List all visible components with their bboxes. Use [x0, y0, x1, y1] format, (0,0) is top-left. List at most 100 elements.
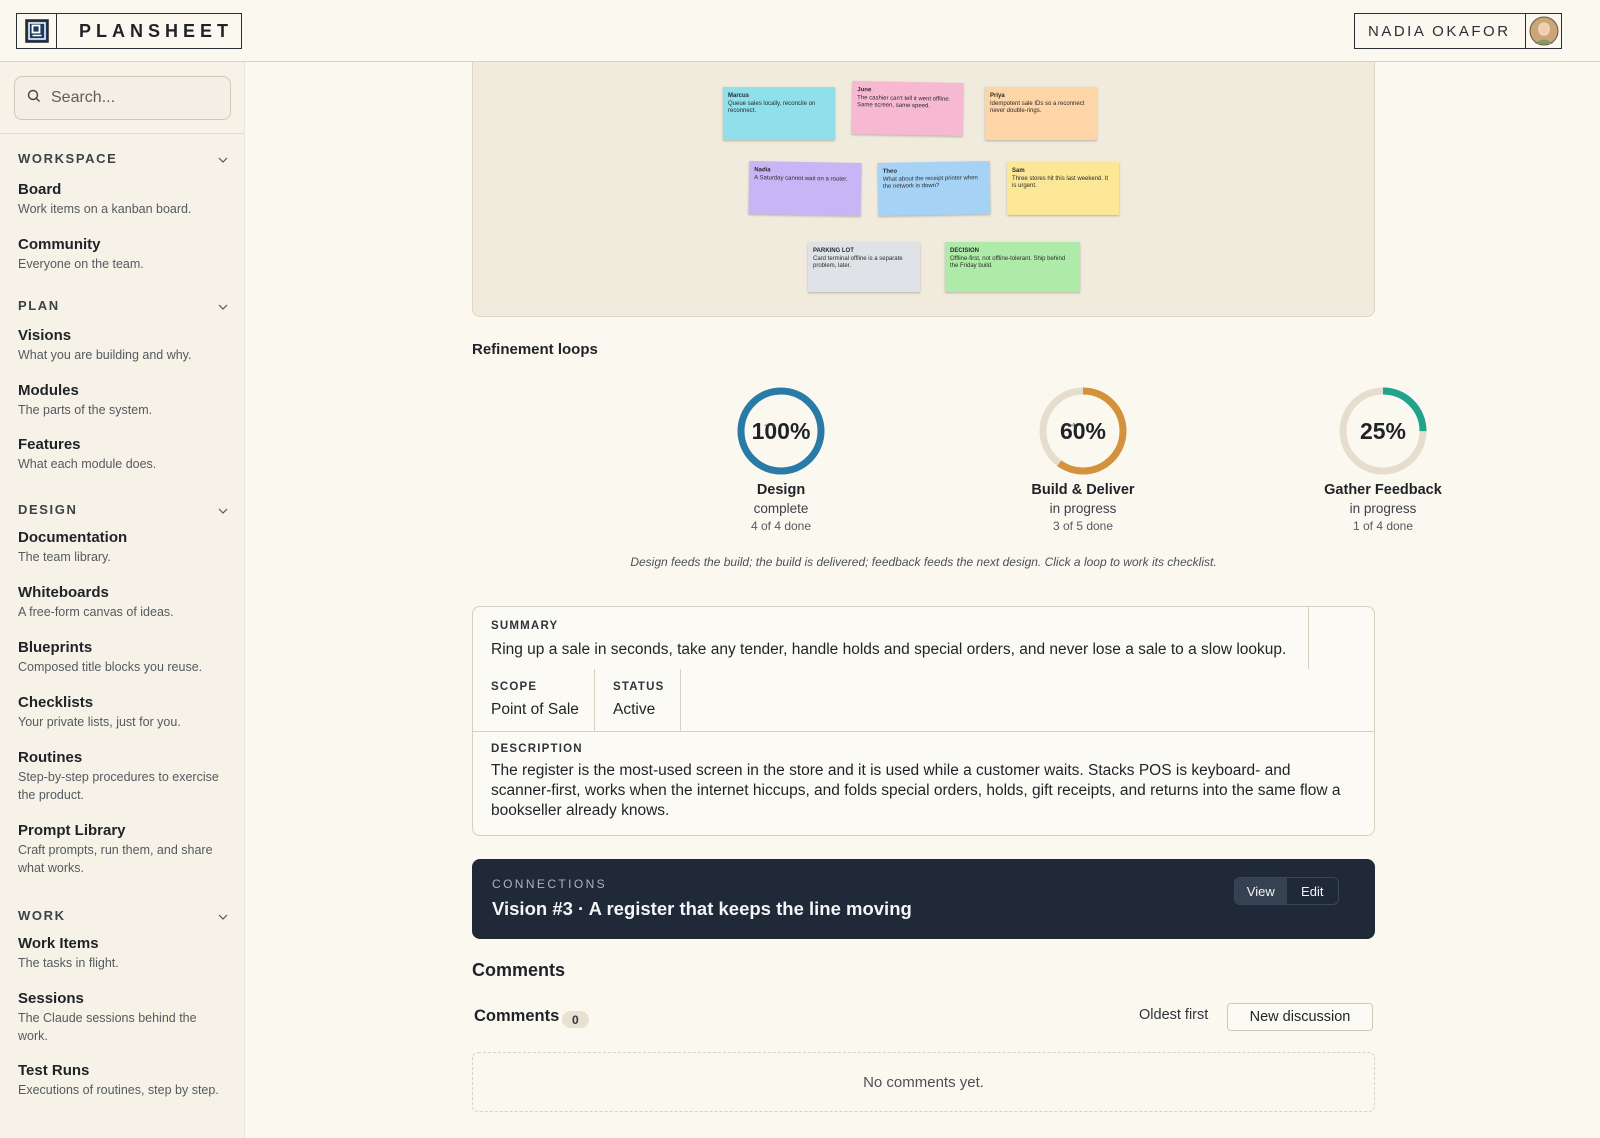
app-name: PLANSHEET — [79, 20, 234, 41]
nav-subtitle: Everyone on the team. — [18, 257, 144, 271]
loop-count: 3 of 5 done — [1052, 519, 1114, 533]
sticky-note[interactable]: Marcus Queue sales locally, reconcile on… — [723, 87, 835, 140]
sticky-note[interactable]: PARKING LOT Card terminal offline is a s… — [808, 242, 920, 292]
nav-title: Documentation — [18, 529, 128, 546]
sidebar-item-features[interactable]: Features What each module does. — [18, 436, 228, 473]
status-value: Active — [613, 701, 656, 718]
progress-percent: 60% — [1059, 417, 1107, 444]
sticky-note[interactable]: Theo What about the receipt printer when… — [877, 161, 991, 216]
sticky-note[interactable]: Nadia A Saturday cannot wait on a router… — [748, 161, 862, 216]
plansheet-logo-icon — [17, 14, 57, 48]
status-label: STATUS — [613, 681, 665, 693]
nav-title: Community — [18, 236, 101, 253]
loop-count: 1 of 4 done — [1352, 519, 1414, 533]
comments-subheading: Comments — [474, 1007, 560, 1025]
sidebar-item-board[interactable]: Board Work items on a kanban board. — [18, 181, 228, 218]
arrow-right-icon: → — [1062, 412, 1080, 432]
nav-title: Visions — [18, 327, 72, 344]
section-label: PLAN — [18, 297, 60, 313]
user-menu-button[interactable]: NADIA OKAFOR — [1354, 13, 1562, 49]
new-discussion-button[interactable]: New discussion — [1227, 1003, 1373, 1031]
search-icon — [27, 89, 41, 108]
loop-count: 4 of 4 done — [750, 519, 812, 533]
sticky-author: Marcus — [728, 93, 750, 99]
nav-subtitle: Craft prompts, run them, and share what … — [18, 843, 213, 875]
scope-label: SCOPE — [491, 681, 538, 693]
chevron-down-icon — [218, 908, 228, 923]
loops-caption: Design feeds the build; the build is del… — [630, 555, 1217, 569]
sidebar-item-work-items[interactable]: Work Items The tasks in flight. — [18, 935, 228, 972]
progress-ring: 100% — [733, 383, 829, 479]
chevron-down-icon — [218, 151, 228, 166]
scope-value: Point of Sale — [491, 701, 579, 718]
description-block: DESCRIPTION The register is the most-use… — [491, 743, 1351, 821]
loop-state: in progress — [1349, 501, 1417, 516]
top-bar: PLANSHEET NADIA OKAFOR — [0, 0, 1600, 62]
brand-home-link[interactable]: PLANSHEET — [16, 13, 242, 49]
sidebar-item-sessions[interactable]: Sessions The Claude sessions behind the … — [18, 990, 228, 1045]
sidebar-item-routines[interactable]: Routines Step-by-step procedures to exer… — [18, 749, 228, 804]
sidebar-item-whiteboards[interactable]: Whiteboards A free-form canvas of ideas. — [18, 584, 228, 621]
sticky-text: The cashier can't tell it went offline. … — [856, 94, 951, 110]
nav-subtitle: A free-form canvas of ideas. — [18, 605, 174, 619]
progress-percent: 25% — [1359, 417, 1407, 444]
loop-build-deliver[interactable]: 60% Build & Deliver in progress 3 of 5 d… — [993, 383, 1173, 533]
section-plan[interactable]: PLAN — [18, 297, 228, 313]
connection-title[interactable]: Vision #3 · A register that keeps the li… — [492, 898, 912, 920]
whiteboard-canvas[interactable]: Marcus Queue sales locally, reconcile on… — [472, 62, 1375, 317]
section-work[interactable]: WORK — [18, 907, 228, 923]
sidebar-item-visions[interactable]: Visions What you are building and why. — [18, 327, 228, 364]
avatar — [1525, 14, 1561, 48]
nav-title: Blueprints — [18, 639, 93, 656]
user-name: NADIA OKAFOR — [1368, 22, 1511, 40]
sidebar-item-prompt-library[interactable]: Prompt Library Craft prompts, run them, … — [18, 822, 228, 877]
connections-card: CONNECTIONS Vision #3 · A register that … — [472, 859, 1375, 939]
connections-label: CONNECTIONS — [492, 877, 608, 891]
sidebar-item-documentation[interactable]: Documentation The team library. — [18, 529, 228, 566]
nav-title: Checklists — [18, 694, 94, 711]
sticky-note[interactable]: Priya Idempotent sale IDs so a reconnect… — [985, 87, 1097, 140]
comments-heading: Comments — [472, 960, 566, 980]
sidebar-item-test-runs[interactable]: Test Runs Executions of routines, step b… — [18, 1062, 228, 1099]
search-box[interactable] — [14, 76, 231, 120]
sticky-note[interactable]: DECISION Offline-first, not offline-tole… — [945, 242, 1080, 292]
nav-title: Whiteboards — [18, 584, 109, 601]
sticky-author: Priya — [990, 93, 1005, 99]
loop-name: Design — [756, 482, 806, 498]
sidebar-item-community[interactable]: Community Everyone on the team. — [18, 236, 228, 273]
loop-name: Build & Deliver — [1031, 482, 1135, 498]
sidebar-item-modules[interactable]: Modules The parts of the system. — [18, 382, 228, 419]
nav-subtitle: What each module does. — [18, 457, 157, 471]
section-workspace[interactable]: WORKSPACE — [18, 150, 228, 166]
nav-title: Features — [18, 436, 81, 453]
sticky-text: What about the receipt printer when the … — [882, 174, 978, 190]
nav-title: Work Items — [18, 935, 99, 952]
progress-percent: 100% — [751, 417, 811, 444]
summary-label: SUMMARY — [491, 620, 559, 632]
divider — [473, 731, 1374, 732]
sort-toggle[interactable]: Oldest first — [1139, 1007, 1208, 1023]
main-content: Marcus Queue sales locally, reconcile on… — [245, 62, 1600, 1138]
loop-gather-feedback[interactable]: 25% Gather Feedback in progress 1 of 4 d… — [1293, 383, 1473, 533]
divider — [1308, 607, 1309, 669]
progress-ring: 60% — [1035, 383, 1131, 479]
nav-subtitle: What you are building and why. — [18, 348, 192, 362]
arrow-right-icon: → — [761, 412, 779, 432]
sidebar-item-blueprints[interactable]: Blueprints Composed title blocks you reu… — [18, 639, 228, 676]
section-design[interactable]: DESIGN — [18, 501, 228, 517]
edit-button[interactable]: Edit — [1287, 878, 1339, 904]
nav-subtitle: The team library. — [18, 550, 111, 564]
sidebar-item-checklists[interactable]: Checklists Your private lists, just for … — [18, 694, 228, 731]
sticky-note[interactable]: Sam Three stores hit this last weekend. … — [1007, 162, 1119, 215]
search-input[interactable] — [51, 89, 221, 107]
loop-design[interactable]: 100% Design complete 4 of 4 done — [691, 383, 871, 533]
nav-title: Routines — [18, 749, 83, 766]
nav-subtitle: Executions of routines, step by step. — [18, 1083, 219, 1097]
sticky-note[interactable]: June The cashier can't tell it went offl… — [851, 81, 964, 136]
progress-ring: 25% — [1335, 383, 1431, 479]
summary-value: Ring up a sale in seconds, take any tend… — [491, 641, 1287, 658]
nav-subtitle: Composed title blocks you reuse. — [18, 660, 203, 674]
view-button[interactable]: View — [1235, 878, 1287, 904]
nav-title: Prompt Library — [18, 822, 126, 839]
nav-title: Modules — [18, 382, 79, 399]
